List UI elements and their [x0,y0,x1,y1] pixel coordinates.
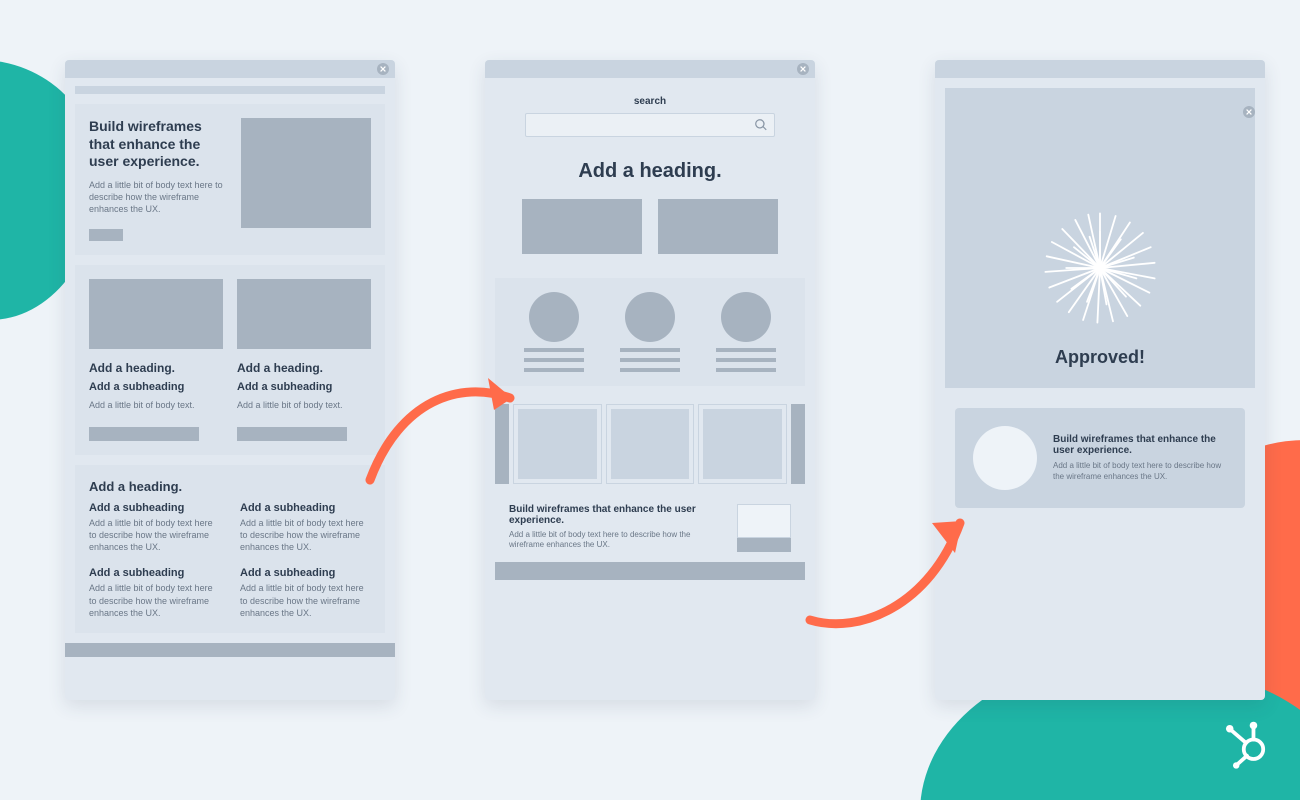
card-heading: Add a heading. [89,361,223,375]
info-heading: Build wireframes that enhance the user e… [1053,434,1227,456]
search-icon [754,118,768,132]
item-body: Add a little bit of body text here to de… [240,517,371,553]
hero-cta-button[interactable] [89,229,123,241]
text-line [716,358,776,362]
avatar-circle [529,292,579,342]
avatar-circle [721,292,771,342]
image-placeholder [522,199,642,254]
text-line [620,348,680,352]
avatar-circle [625,292,675,342]
wireframe-frame-3: Approved! Build wireframes that enhance … [935,60,1265,700]
search-input[interactable] [525,113,775,137]
gallery-item[interactable] [513,404,602,484]
avatars-panel [495,278,805,386]
text-line [524,368,584,372]
card-image-placeholder [737,504,791,538]
card-button[interactable] [737,538,791,552]
card-heading: Add a heading. [237,361,371,375]
text-line [716,368,776,372]
hero-body: Add a little bit of body text here to de… [89,179,227,215]
gallery-item[interactable] [606,404,695,484]
card-body: Add a little bit of body text. [89,399,223,411]
footer-bar [65,643,395,657]
item-subheading: Add a subheading [89,567,220,579]
hero-panel: Build wireframes that enhance the user e… [75,104,385,255]
hero-image-placeholder [241,118,371,228]
text-line [524,348,584,352]
close-icon[interactable] [1243,106,1255,118]
close-icon[interactable] [377,63,389,75]
item-body: Add a little bit of body text here to de… [89,582,220,618]
text-line [524,358,584,362]
footer-section: Build wireframes that enhance the user e… [509,504,791,552]
footer-card [737,504,791,552]
wireframe-frame-1: Build wireframes that enhance the user e… [65,60,395,700]
text-line [716,348,776,352]
feature-card: Add a heading. Add a subheading Add a li… [237,279,371,441]
item-subheading: Add a subheading [89,502,220,514]
card-subheading: Add a subheading [237,381,371,393]
gallery-row [495,404,805,484]
nav-strip [75,86,385,94]
frame-titlebar [485,60,815,78]
item-body: Add a little bit of body text here to de… [240,582,371,618]
firework-icon [1035,203,1165,333]
gallery-item[interactable] [698,404,787,484]
text-line [620,368,680,372]
card-image-placeholder [89,279,223,349]
card-image-placeholder [237,279,371,349]
hero-heading: Build wireframes that enhance the user e… [89,118,227,171]
item-subheading: Add a subheading [240,502,371,514]
avatar-item [519,292,589,372]
info-body: Add a little bit of body text here to de… [1053,461,1227,482]
footer-heading: Build wireframes that enhance the user e… [509,504,721,526]
confirmation-hero: Approved! [945,88,1255,388]
close-icon[interactable] [797,63,809,75]
content-section: Add a heading. Add a subheading Add a li… [75,465,385,633]
frame-titlebar [65,60,395,78]
hubspot-logo-icon [1220,719,1274,778]
image-placeholder [658,199,778,254]
card-body: Add a little bit of body text. [237,399,371,411]
avatar-item [615,292,685,372]
footer-bar [495,562,805,580]
search-section: search Add a heading. [495,82,805,268]
cards-panel: Add a heading. Add a subheading Add a li… [75,265,385,455]
footer-body: Add a little bit of body text here to de… [509,530,721,551]
gallery-prev[interactable] [495,404,509,484]
frame-titlebar [935,60,1265,78]
avatar-circle [973,426,1037,490]
card-button[interactable] [237,427,347,441]
item-body: Add a little bit of body text here to de… [89,517,220,553]
wireframe-frame-2: search Add a heading. [485,60,815,700]
avatar-item [711,292,781,372]
gallery-next[interactable] [791,404,805,484]
search-label: search [509,96,791,107]
card-button[interactable] [89,427,199,441]
info-card: Build wireframes that enhance the user e… [955,408,1245,508]
section-heading: Add a heading. [89,479,371,494]
item-subheading: Add a subheading [240,567,371,579]
approved-heading: Approved! [1055,347,1145,368]
text-line [620,358,680,362]
feature-card: Add a heading. Add a subheading Add a li… [89,279,223,441]
card-subheading: Add a subheading [89,381,223,393]
main-heading: Add a heading. [509,159,791,183]
